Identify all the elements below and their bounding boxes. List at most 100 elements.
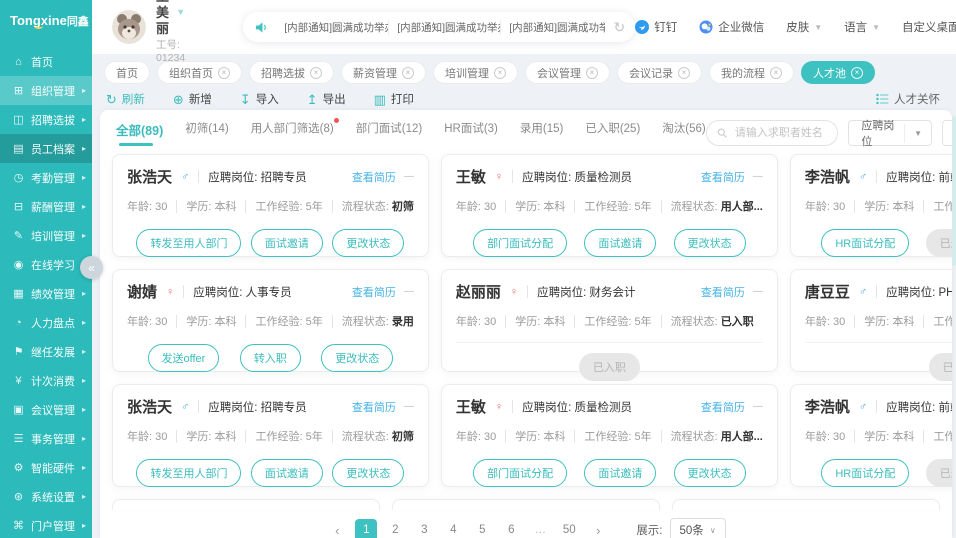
- filter-tab[interactable]: 录用(15): [520, 120, 563, 143]
- sidebar-item-succession[interactable]: ⚑继任发展▸: [0, 337, 92, 366]
- sidebar-item-attendance[interactable]: ◷考勤管理▸: [0, 163, 92, 192]
- close-icon[interactable]: ×: [310, 67, 322, 79]
- card-action-button[interactable]: 转发至用人部门: [136, 229, 241, 257]
- card-action-button[interactable]: 面试邀请: [584, 459, 656, 487]
- filter-tab[interactable]: 初筛(14): [185, 120, 228, 143]
- close-icon[interactable]: ×: [494, 67, 506, 79]
- close-icon[interactable]: ×: [678, 67, 690, 79]
- close-icon[interactable]: ×: [218, 67, 230, 79]
- filter-tab[interactable]: 已入职(25): [585, 120, 640, 143]
- collapse-card-icon[interactable]: —: [753, 171, 763, 182]
- tab-item[interactable]: 我的流程×: [709, 61, 794, 84]
- tab-item[interactable]: 薪资管理×: [341, 61, 426, 84]
- talent-care-link[interactable]: 人才关怀: [876, 91, 940, 107]
- view-resume-link[interactable]: 查看简历: [701, 169, 745, 185]
- scrollbar-thumb[interactable]: [952, 116, 956, 266]
- prev-page-button[interactable]: ‹: [326, 519, 348, 538]
- quick-link-custom-desktop[interactable]: 自定义桌面 ▼: [902, 19, 956, 35]
- close-icon[interactable]: ×: [770, 67, 782, 79]
- tab-item[interactable]: 人才池×: [801, 61, 875, 84]
- user-caret-icon[interactable]: ▼: [176, 7, 185, 18]
- page-button[interactable]: 50: [558, 519, 580, 538]
- view-resume-link[interactable]: 查看简历: [352, 169, 396, 185]
- filter-tab[interactable]: HR面试(3): [444, 120, 498, 143]
- quick-link-dingtalk[interactable]: 钉钉: [635, 19, 677, 35]
- sidebar-item-system-settings[interactable]: ⊛系统设置▸: [0, 482, 92, 511]
- close-icon[interactable]: ×: [586, 67, 598, 79]
- collapse-card-icon[interactable]: —: [753, 286, 763, 297]
- view-resume-link[interactable]: 查看简历: [701, 284, 745, 300]
- collapse-card-icon[interactable]: —: [404, 171, 414, 182]
- view-resume-link[interactable]: 查看简历: [701, 399, 745, 415]
- card-action-button[interactable]: 部门面试分配: [473, 459, 567, 487]
- page-button[interactable]: 3: [413, 519, 435, 538]
- sidebar-item-training[interactable]: ✎培训管理▸: [0, 221, 92, 250]
- sidebar-item-hr-inventory[interactable]: ◔人力盘点▸: [0, 308, 92, 337]
- tab-item[interactable]: 会议记录×: [617, 61, 702, 84]
- page-button[interactable]: 4: [442, 519, 464, 538]
- search-input[interactable]: [733, 126, 827, 140]
- sidebar-item-portal[interactable]: ⌘门户管理▸: [0, 511, 92, 538]
- sidebar-collapse-button[interactable]: «: [80, 256, 103, 279]
- sidebar-item-metered-consume[interactable]: ¥计次消费▸: [0, 366, 92, 395]
- import-button[interactable]: ↧导入: [240, 91, 279, 107]
- collapse-card-icon[interactable]: —: [404, 286, 414, 297]
- candidate-search[interactable]: [706, 120, 839, 146]
- date-range-picker[interactable]: 2021-06-01至2021-06-21: [942, 120, 952, 146]
- card-action-button[interactable]: 面试邀请: [251, 459, 323, 487]
- close-icon[interactable]: ×: [851, 67, 863, 79]
- quick-link-wecom[interactable]: 企业微信: [699, 19, 764, 35]
- sidebar-item-smart-hardware[interactable]: ⚙智能硬件▸: [0, 453, 92, 482]
- card-action-button[interactable]: 面试邀请: [251, 229, 323, 257]
- card-action-button[interactable]: 更改状态: [674, 459, 746, 487]
- page-button[interactable]: 5: [471, 519, 493, 538]
- sidebar-item-affairs[interactable]: ☰事务管理▸: [0, 424, 92, 453]
- card-action-button[interactable]: 发送offer: [148, 344, 220, 372]
- card-action-button[interactable]: 面试邀请: [584, 229, 656, 257]
- card-action-button[interactable]: 转发至用人部门: [136, 459, 241, 487]
- tab-item[interactable]: 培训管理×: [433, 61, 518, 84]
- print-button[interactable]: ▥打印: [374, 91, 414, 107]
- card-action-button[interactable]: 更改状态: [321, 344, 393, 372]
- add-button[interactable]: ⊕新增: [173, 91, 212, 107]
- filter-tab[interactable]: 部门面试(12): [356, 120, 422, 143]
- collapse-card-icon[interactable]: —: [753, 401, 763, 412]
- quick-link-skin[interactable]: 皮肤 ▼: [786, 19, 822, 35]
- export-button[interactable]: ↥导出: [307, 91, 346, 107]
- collapse-card-icon[interactable]: —: [404, 401, 414, 412]
- sidebar-item-home[interactable]: ⌂首页: [0, 47, 92, 76]
- card-action-button[interactable]: 更改状态: [674, 229, 746, 257]
- announcement-refresh-icon[interactable]: ↻: [613, 19, 625, 36]
- filter-tab[interactable]: 全部(89): [116, 120, 163, 146]
- announcement-item[interactable]: [内部通知]圆满成功举办盲人协会员...: [388, 20, 500, 35]
- filter-tab[interactable]: 淘汰(56): [662, 120, 705, 143]
- sidebar-item-performance[interactable]: ▦绩效管理▸: [0, 279, 92, 308]
- sidebar-item-employee-files[interactable]: ▤员工档案▸: [0, 134, 92, 163]
- tab-item[interactable]: 招聘选拔×: [249, 61, 334, 84]
- next-page-button[interactable]: ›: [587, 519, 609, 538]
- card-action-button[interactable]: 更改状态: [332, 229, 404, 257]
- quick-link-language[interactable]: 语言 ▼: [844, 19, 880, 35]
- card-action-button[interactable]: 转入职: [240, 344, 301, 372]
- card-action-button[interactable]: HR面试分配: [821, 229, 909, 257]
- tab-item[interactable]: 首页: [104, 61, 150, 84]
- announcement-item[interactable]: [内部通知]圆满成功举办盲人协会员...: [500, 20, 605, 35]
- sidebar-item-online-learning[interactable]: ◉在线学习▸: [0, 250, 92, 279]
- card-action-button[interactable]: HR面试分配: [821, 459, 909, 487]
- page-button[interactable]: 6: [500, 519, 522, 538]
- refresh-button[interactable]: ↻刷新: [106, 91, 145, 107]
- sidebar-item-org-management[interactable]: ⊞组织管理▸: [0, 76, 92, 105]
- view-resume-link[interactable]: 查看简历: [352, 399, 396, 415]
- page-button[interactable]: 2: [384, 519, 406, 538]
- filter-tab[interactable]: 用人部门筛选(8): [251, 120, 334, 143]
- announcement-item[interactable]: [内部通知]圆满成功举办盲人协会员...: [276, 20, 388, 35]
- card-action-button[interactable]: 部门面试分配: [473, 229, 567, 257]
- view-resume-link[interactable]: 查看简历: [352, 284, 396, 300]
- tab-item[interactable]: 会议管理×: [525, 61, 610, 84]
- user-avatar[interactable]: [112, 10, 146, 44]
- sidebar-item-meeting[interactable]: ▣会议管理▸: [0, 395, 92, 424]
- sidebar-item-recruitment[interactable]: ◫招聘选拔▸: [0, 105, 92, 134]
- page-size-select[interactable]: 50条 ∨: [670, 518, 726, 538]
- close-icon[interactable]: ×: [402, 67, 414, 79]
- card-action-button[interactable]: 更改状态: [332, 459, 404, 487]
